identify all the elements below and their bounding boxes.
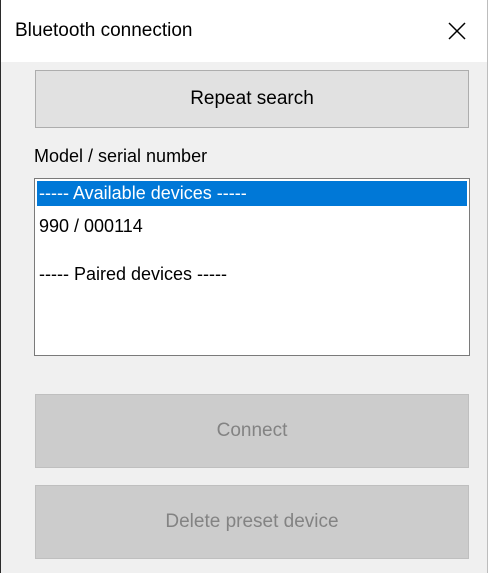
delete-preset-button[interactable]: Delete preset device — [35, 485, 469, 559]
list-item-available-header[interactable]: ----- Available devices ----- — [37, 181, 467, 206]
list-item-paired-header[interactable]: ----- Paired devices ----- — [37, 262, 467, 287]
connect-button[interactable]: Connect — [35, 394, 469, 468]
close-icon — [448, 22, 466, 40]
list-item-device[interactable]: 990 / 000114 — [37, 214, 467, 239]
model-serial-label: Model / serial number — [34, 146, 208, 166]
list-item-blank[interactable] — [37, 239, 467, 264]
window-title: Bluetooth connection — [15, 20, 193, 41]
device-listbox[interactable]: ----- Available devices ----- 990 / 0001… — [34, 178, 470, 356]
repeat-search-button[interactable]: Repeat search — [35, 70, 469, 128]
bluetooth-dialog: Bluetooth connection Repeat search Model… — [0, 0, 488, 573]
title-bar: Bluetooth connection — [1, 0, 487, 62]
close-button[interactable] — [427, 6, 487, 56]
